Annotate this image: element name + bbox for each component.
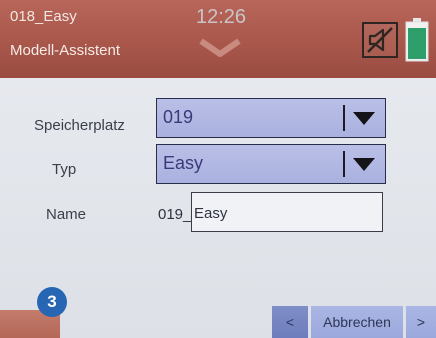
name-input[interactable]: Easy [191,192,383,232]
slot-label: Speicherplatz [34,117,125,134]
next-button[interactable]: > [406,306,436,338]
dropdown-separator [343,151,345,177]
chevron-down-icon[interactable] [197,36,243,62]
prev-button[interactable]: < [272,306,308,338]
name-prefix: 019_ [158,206,192,223]
type-dropdown[interactable]: Easy [156,144,386,184]
mute-button[interactable] [362,22,398,58]
model-name: 018_Easy [10,8,77,25]
clock: 12:26 [196,6,247,28]
step-badge: 3 [37,287,67,317]
type-label: Typ [52,161,77,178]
speaker-muted-icon [367,27,393,53]
battery-icon [405,18,429,62]
name-label: Name [46,206,87,223]
dropdown-arrow-icon[interactable] [353,112,375,125]
cancel-button[interactable]: Abbrechen [311,306,403,338]
type-value: Easy [163,153,204,173]
header-bar: 018_Easy Modell-Assistent 12:26 [0,0,436,78]
slot-dropdown[interactable]: 019 [156,98,386,138]
dropdown-separator [343,105,345,131]
slot-value: 019 [163,107,194,127]
screen-title: Modell-Assistent [10,42,121,59]
dropdown-arrow-icon[interactable] [353,158,375,171]
